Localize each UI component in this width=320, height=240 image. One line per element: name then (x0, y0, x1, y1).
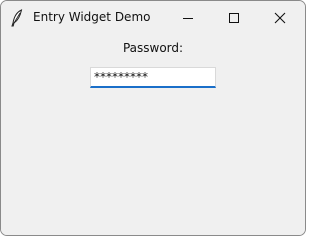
password-field[interactable]: ********* (90, 67, 216, 88)
password-label: Password: (122, 41, 184, 55)
minimize-icon (183, 18, 193, 19)
close-icon (274, 12, 286, 24)
title-bar[interactable]: Entry Widget Demo (1, 1, 305, 35)
maximize-icon (229, 13, 239, 23)
maximize-button[interactable] (211, 1, 257, 35)
minimize-button[interactable] (165, 1, 211, 35)
app-window: Entry Widget Demo Password: ********* (0, 0, 306, 236)
window-title: Entry Widget Demo (33, 10, 151, 24)
feather-icon (10, 9, 24, 27)
client-area: Password: ********* (1, 35, 305, 235)
close-button[interactable] (257, 1, 303, 35)
